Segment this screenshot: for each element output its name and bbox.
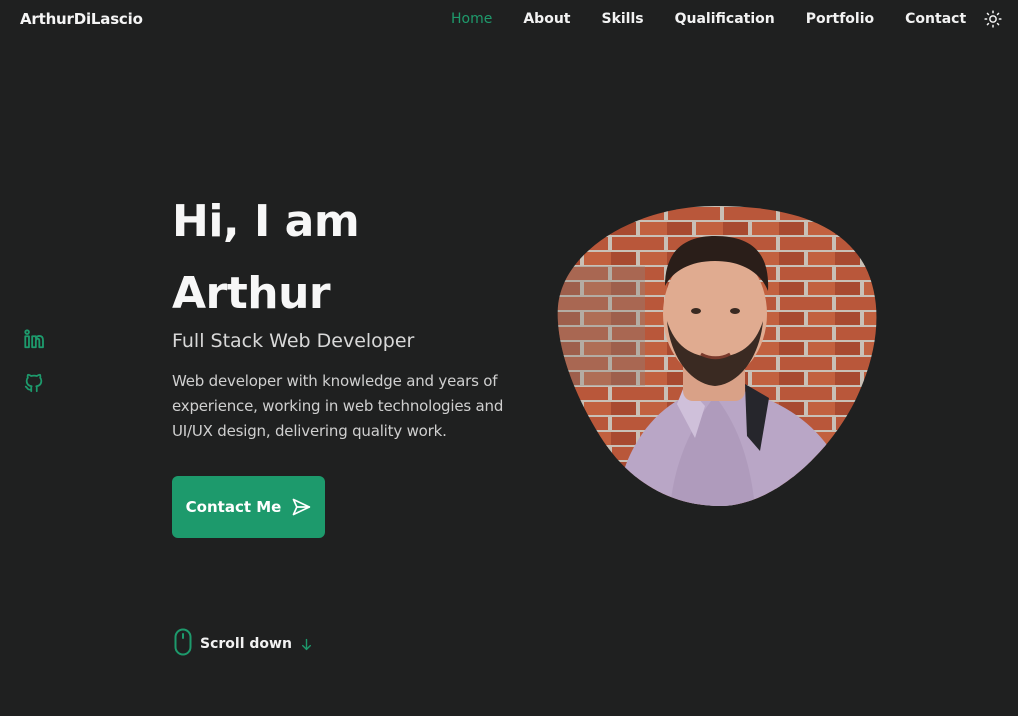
hero-description: Web developer with knowledge and years o… — [172, 372, 504, 440]
portfolio-page: ArthurDiLascio Home About Skills Qualifi… — [0, 0, 1018, 716]
arrow-down-icon — [300, 638, 313, 651]
nav-home[interactable]: Home — [451, 11, 492, 27]
nav-portfolio[interactable]: Portfolio — [806, 11, 874, 27]
mouse-icon — [174, 628, 192, 660]
send-icon — [291, 497, 311, 517]
main-nav: Home About Skills Qualification Portfoli… — [451, 9, 1002, 28]
nav-skills[interactable]: Skills — [601, 11, 643, 27]
nav-qualification[interactable]: Qualification — [675, 11, 775, 27]
contact-me-button[interactable]: Contact Me — [172, 476, 325, 538]
nav-about[interactable]: About — [523, 11, 570, 27]
scroll-down-label: Scroll down — [200, 636, 292, 652]
scroll-down-button[interactable]: Scroll down — [174, 628, 313, 660]
hero-heading: Hi, I am Arthur — [172, 186, 360, 330]
profile-photo — [555, 206, 880, 508]
hero-subtitle: Full Stack Web Developer — [172, 330, 415, 352]
social-links — [23, 328, 45, 416]
linkedin-icon[interactable] — [23, 328, 45, 350]
sun-icon[interactable] — [984, 10, 1002, 28]
nav-contact[interactable]: Contact — [905, 11, 966, 27]
site-header: ArthurDiLascio Home About Skills Qualifi… — [0, 0, 1018, 36]
hero-greeting: Hi, I am — [172, 196, 360, 247]
contact-me-label: Contact Me — [185, 498, 282, 516]
site-logo[interactable]: ArthurDiLascio — [20, 10, 143, 28]
github-icon[interactable] — [23, 372, 45, 394]
hero-name: Arthur — [172, 268, 331, 319]
